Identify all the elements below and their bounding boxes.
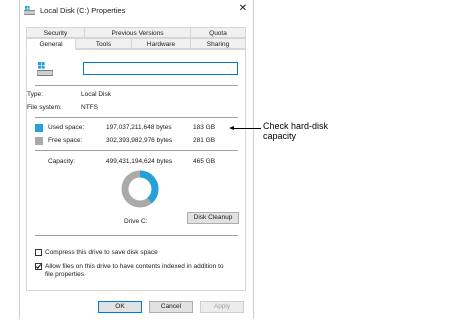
tab-previous-versions[interactable]: Previous Versions (84, 27, 191, 38)
compress-label: Compress this drive to save disk space (45, 249, 158, 256)
free-space-label: Free space: (48, 137, 83, 144)
callout-line (231, 128, 261, 129)
free-space-swatch (35, 137, 43, 145)
disk-usage-donut (121, 170, 159, 208)
free-space-bytes: 302,393,982,976 bytes (106, 137, 173, 144)
used-space-gb: 183 GB (193, 124, 216, 131)
separator (35, 150, 238, 151)
used-space-bytes: 197,037,211,648 bytes (106, 124, 172, 131)
index-label-line2: file properties (45, 271, 85, 278)
free-space-gb: 281 GB (193, 137, 216, 144)
index-label-line1: Allow files on this drive to have conten… (45, 263, 224, 270)
drive-name-input[interactable] (83, 62, 238, 75)
close-icon[interactable]: ✕ (239, 3, 247, 14)
compress-checkbox[interactable] (35, 249, 42, 256)
drive-label: Drive C: (124, 218, 148, 225)
capacity-gb: 465 GB (193, 158, 216, 165)
type-label: Type: (27, 91, 43, 98)
index-checkbox[interactable] (35, 263, 42, 270)
windows-drive-icon (37, 62, 53, 76)
capacity-label: Capacity: (48, 158, 76, 165)
type-value: Local Disk (81, 91, 111, 98)
apply-button[interactable]: Apply (200, 301, 244, 313)
capacity-bytes: 499,431,194,624 bytes (106, 158, 173, 165)
tab-sharing[interactable]: Sharing (190, 38, 246, 49)
separator (35, 235, 238, 236)
drive-icon (24, 6, 35, 15)
separator (35, 85, 238, 86)
tab-general[interactable]: General (26, 38, 76, 50)
general-panel: Type: Local Disk File system: NTFS Used … (26, 49, 246, 291)
used-space-label: Used space: (48, 124, 85, 131)
ok-button[interactable]: OK (98, 301, 142, 313)
callout-text: Check hard-disk capacity (263, 121, 328, 141)
callout-line2: capacity (263, 131, 297, 141)
check-icon (35, 264, 42, 269)
properties-dialog: Local Disk (C:) Properties ✕ Security Pr… (19, 0, 254, 319)
tab-tools[interactable]: Tools (75, 38, 132, 49)
tab-hardware[interactable]: Hardware (131, 38, 191, 49)
cancel-button[interactable]: Cancel (149, 301, 193, 313)
tab-quota[interactable]: Quota (190, 27, 246, 38)
callout-arrow-icon (229, 126, 234, 130)
separator (35, 117, 238, 118)
disk-cleanup-button[interactable]: Disk Cleanup (187, 212, 239, 224)
callout-line1: Check hard-disk (263, 121, 329, 131)
title-bar: Local Disk (C:) Properties ✕ (20, 0, 253, 20)
used-space-swatch (35, 124, 43, 132)
filesystem-label: File system: (27, 104, 62, 111)
window-title: Local Disk (C:) Properties (40, 6, 126, 15)
filesystem-value: NTFS (81, 104, 98, 111)
tab-security[interactable]: Security (26, 27, 85, 38)
